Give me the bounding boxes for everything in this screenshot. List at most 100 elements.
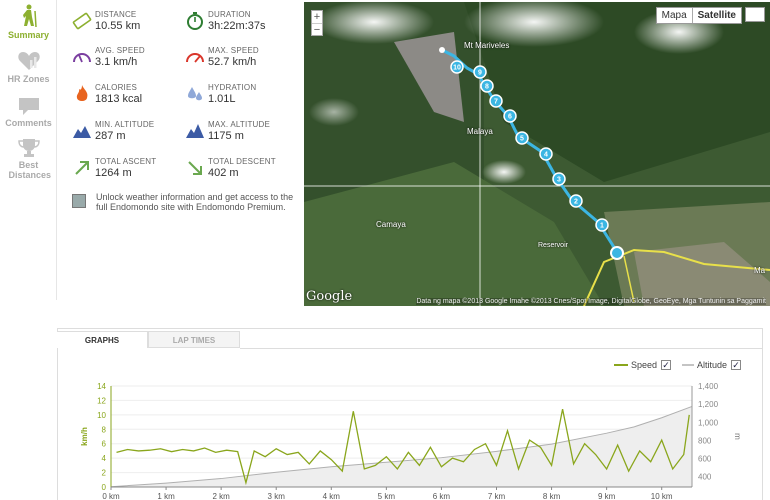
route-map[interactable]: + − Mapa Satellite Mt Mariveles Malaya C…: [304, 2, 770, 306]
stat-duration-value: 3h:22m:37s: [208, 20, 266, 32]
stat-distance: DISTANCE 10.55 km: [72, 10, 182, 40]
nav-summary-label: Summary: [7, 30, 50, 40]
google-logo: Google: [306, 289, 353, 304]
legend-altitude: Altitude ✓: [682, 360, 742, 370]
stat-hydration-label: HYDRATION: [208, 83, 257, 92]
stat-min-altitude-value: 287 m: [95, 130, 126, 142]
route-start-marker: [610, 246, 624, 260]
weather-thumbnail-icon: [72, 194, 86, 208]
stat-calories-label: CALORIES: [95, 83, 138, 92]
x-tick-label: 0 km: [102, 492, 120, 500]
stat-duration-label: DURATION: [208, 10, 251, 19]
route-marker-label: 6: [508, 114, 512, 121]
altitude-swatch: [682, 364, 694, 366]
y-right-tick-label: 1,200: [698, 400, 719, 409]
y-left-tick-label: 4: [102, 454, 107, 463]
water-drops-icon: [188, 87, 202, 101]
y-right-tick-label: 800: [698, 436, 712, 445]
y-left-tick-label: 0: [102, 483, 107, 492]
flame-icon: [76, 85, 88, 101]
mountain-icon: [73, 126, 91, 138]
stat-min-altitude: MIN. ALTITUDE 287 m: [72, 120, 182, 150]
nav-comments[interactable]: Comments: [0, 96, 57, 128]
route-marker-label: 8: [485, 84, 489, 91]
route-marker-label: 2: [574, 199, 578, 206]
stat-max-altitude-label: MAX. ALTITUDE: [208, 120, 271, 129]
hiker-icon: [22, 4, 37, 28]
y-right-axis-label: m: [733, 433, 742, 440]
y-left-tick-label: 12: [97, 396, 106, 405]
stat-distance-value: 10.55 km: [95, 20, 141, 32]
x-tick-label: 9 km: [598, 492, 616, 500]
speedometer-max-icon: [186, 53, 204, 63]
route-marker-label: 3: [557, 177, 561, 184]
altitude-checkbox[interactable]: ✓: [731, 360, 742, 370]
route-marker-label: 9: [478, 70, 482, 77]
y-left-tick-label: 10: [97, 411, 106, 420]
x-tick-label: 8 km: [543, 492, 561, 500]
speed-altitude-chart[interactable]: 0 2 4 6 8 10 12 14 400 600 800 1,000 1,200 1,400 0 km 1…: [57, 378, 763, 500]
altitude-area: [111, 406, 692, 487]
legend-speed-label: Speed: [631, 360, 658, 370]
y-right-tick-label: 1,000: [698, 418, 719, 427]
nav-hr-zones-label: HR Zones: [7, 74, 50, 84]
y-right-tick-label: 1,400: [698, 382, 719, 391]
tab-graphs[interactable]: GRAPHS: [57, 331, 148, 348]
nav-hr-zones[interactable]: HR Zones: [0, 50, 57, 84]
x-tick-label: 1 km: [157, 492, 175, 500]
stat-distance-label: DISTANCE: [95, 10, 137, 19]
route-marker-label: 4: [544, 152, 548, 159]
y-right-tick-label: 400: [698, 473, 712, 482]
stopwatch-icon: [187, 12, 203, 30]
stat-max-speed-label: MAX. SPEED: [208, 46, 259, 55]
tab-lap-times[interactable]: LAP TIMES: [148, 331, 240, 348]
legend-altitude-label: Altitude: [697, 360, 728, 370]
x-tick-label: 7 km: [488, 492, 506, 500]
side-nav: Summary HR Zones Comments Best Distances: [0, 0, 57, 300]
stat-max-speed: MAX. SPEED 52.7 km/h: [185, 46, 295, 76]
stat-calories-value: 1813 kcal: [95, 93, 143, 105]
nav-best-distances-label: Best Distances: [8, 160, 52, 180]
map-attribution[interactable]: Data ng mapa ©2013 Google Imahe ©2013 Cn…: [416, 298, 766, 305]
y-left-tick-label: 2: [102, 469, 107, 478]
y-right-tick-label: 600: [698, 455, 712, 464]
stat-calories: CALORIES 1813 kcal: [72, 83, 182, 113]
stat-min-altitude-label: MIN. ALTITUDE: [95, 120, 155, 129]
heart-icon: [17, 52, 40, 70]
stat-total-descent-label: TOTAL DESCENT: [208, 157, 276, 166]
stat-max-altitude: MAX. ALTITUDE 1175 m: [185, 120, 295, 150]
stat-avg-speed: AVG. SPEED 3.1 km/h: [72, 46, 182, 76]
stat-max-altitude-value: 1175 m: [208, 130, 244, 142]
stat-avg-speed-value: 3.1 km/h: [95, 56, 138, 68]
x-tick-label: 5 km: [378, 492, 396, 500]
ruler-icon: [72, 12, 92, 30]
premium-promo[interactable]: Unlock weather information and get acces…: [72, 192, 302, 212]
x-tick-label: 2 km: [212, 492, 230, 500]
x-tick-label: 6 km: [433, 492, 451, 500]
stat-total-ascent: TOTAL ASCENT 1264 m: [72, 157, 182, 187]
stat-total-ascent-label: TOTAL ASCENT: [95, 157, 157, 166]
y-left-tick-label: 8: [102, 425, 107, 434]
route-markers: 1 2 3 4 5 6 7 89 10: [439, 47, 624, 260]
stat-total-ascent-value: 1264 m: [95, 167, 132, 179]
stat-total-descent: TOTAL DESCENT 402 m: [185, 157, 295, 187]
stat-duration: DURATION 3h:22m:37s: [185, 10, 295, 40]
speed-swatch: [614, 364, 628, 366]
speed-checkbox[interactable]: ✓: [661, 360, 672, 370]
nav-summary[interactable]: Summary: [0, 4, 57, 40]
route-marker-label: 5: [520, 136, 524, 143]
stat-total-descent-value: 402 m: [208, 167, 239, 179]
stat-hydration: HYDRATION 1.01L: [185, 83, 295, 113]
route-marker-label: 1: [600, 223, 604, 230]
y-left-tick-label: 6: [102, 440, 107, 449]
x-tick-label: 4 km: [323, 492, 341, 500]
x-tick-label: 3 km: [268, 492, 286, 500]
nav-comments-label: Comments: [5, 118, 52, 128]
stat-hydration-value: 1.01L: [208, 93, 236, 105]
tab-divider: [240, 348, 763, 349]
y-left-axis-label: km/h: [80, 427, 89, 446]
nav-best-distances[interactable]: Best Distances: [0, 138, 57, 180]
x-tick-label: 10 km: [651, 492, 673, 500]
stat-avg-speed-label: AVG. SPEED: [95, 46, 145, 55]
y-left-tick-label: 14: [97, 382, 106, 391]
